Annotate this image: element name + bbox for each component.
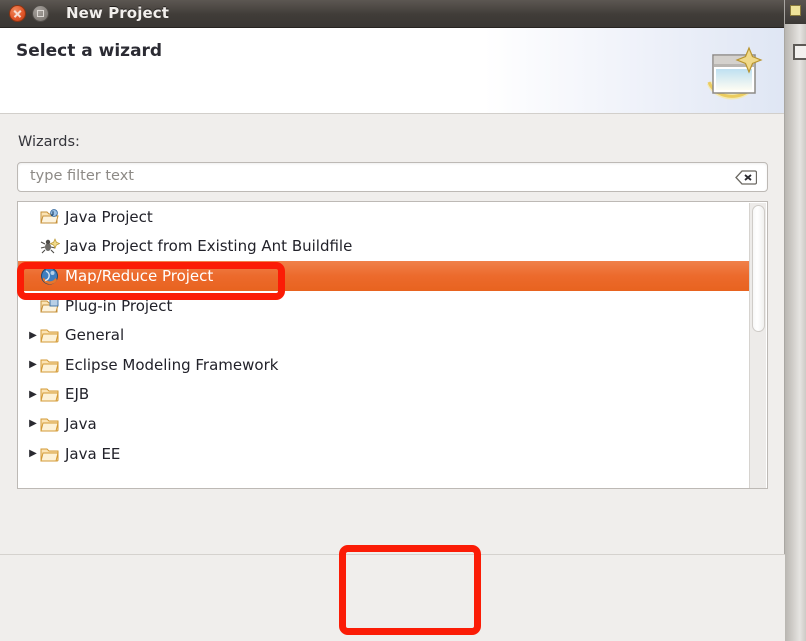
expand-arrow-icon[interactable]: ▶ xyxy=(26,389,40,400)
background-window-panel xyxy=(793,44,806,60)
tree-row-label: Java Project xyxy=(65,207,153,226)
tree-row[interactable]: ▶ Map/Reduce Project xyxy=(18,261,749,291)
search-input[interactable]: type filter text xyxy=(17,162,768,192)
folder-icon xyxy=(40,385,60,403)
clear-text-icon[interactable] xyxy=(735,170,758,185)
java-project-icon xyxy=(40,208,60,226)
maximize-square-icon xyxy=(37,10,44,17)
filter-placeholder: type filter text xyxy=(30,168,134,184)
expand-arrow-icon[interactable]: ▶ xyxy=(26,330,40,341)
ant-buildfile-icon xyxy=(40,237,61,255)
dialog-body: Wizards: type filter text ▶ Java Project… xyxy=(0,114,784,556)
page-title: Select a wizard xyxy=(16,41,163,61)
folder-icon xyxy=(40,326,60,344)
background-window-indicator-icon xyxy=(790,5,801,16)
folder-icon xyxy=(40,415,60,433)
tree-row-label: Java EE xyxy=(65,444,121,463)
background-window[interactable] xyxy=(785,0,806,641)
dialog-footer: ? < Back Next > Cancel Finish xyxy=(0,555,785,641)
dialog-titlebar[interactable]: New Project xyxy=(0,0,784,28)
plugin-project-icon xyxy=(40,297,60,315)
close-icon[interactable] xyxy=(9,5,26,22)
expand-arrow-icon[interactable]: ▶ xyxy=(26,448,40,459)
window-title: New Project xyxy=(66,4,169,22)
maximize-icon[interactable] xyxy=(32,5,49,22)
tree-row-label: Eclipse Modeling Framework xyxy=(65,355,279,374)
tree-row[interactable]: ▶ Java Project from Existing Ant Buildfi… xyxy=(18,232,749,262)
tree-row-label: General xyxy=(65,326,125,345)
wizard-tree[interactable]: ▶ Java Project▶ Java Project from Existi… xyxy=(17,201,768,489)
tree-row-label: Java Project from Existing Ant Buildfile xyxy=(65,237,353,256)
tree-row-label: Java xyxy=(65,414,97,433)
tree-row-label: Map/Reduce Project xyxy=(65,266,214,285)
folder-icon xyxy=(40,356,60,374)
tree-row-label: EJB xyxy=(65,385,90,404)
tree-scrollbar[interactable] xyxy=(749,203,766,488)
screen: New Project Select a wizard Wizards: typ… xyxy=(0,0,806,641)
tree-row-label: Plug-in Project xyxy=(65,296,173,315)
tree-row[interactable]: ▶ Java xyxy=(18,409,749,439)
new-wizard-icon xyxy=(701,44,767,106)
wizard-tree-list: ▶ Java Project▶ Java Project from Existi… xyxy=(18,202,749,488)
tree-row[interactable]: ▶ Eclipse Modeling Framework xyxy=(18,350,749,380)
tree-row[interactable]: ▶ Plug-in Project xyxy=(18,291,749,321)
wizard-banner: Select a wizard xyxy=(0,28,784,114)
folder-icon xyxy=(40,445,60,463)
map-reduce-icon xyxy=(40,267,60,285)
tree-row[interactable]: ▶ General xyxy=(18,320,749,350)
expand-arrow-icon[interactable]: ▶ xyxy=(26,359,40,370)
wizards-label: Wizards: xyxy=(18,134,80,150)
tree-row[interactable]: ▶ EJB xyxy=(18,380,749,410)
tree-scrollbar-thumb[interactable] xyxy=(752,205,765,332)
tree-row[interactable]: ▶ Java Project xyxy=(18,202,749,232)
expand-arrow-icon[interactable]: ▶ xyxy=(26,418,40,429)
new-project-dialog: New Project Select a wizard Wizards: typ… xyxy=(0,0,785,641)
tree-row[interactable]: ▶ Java EE xyxy=(18,439,749,469)
